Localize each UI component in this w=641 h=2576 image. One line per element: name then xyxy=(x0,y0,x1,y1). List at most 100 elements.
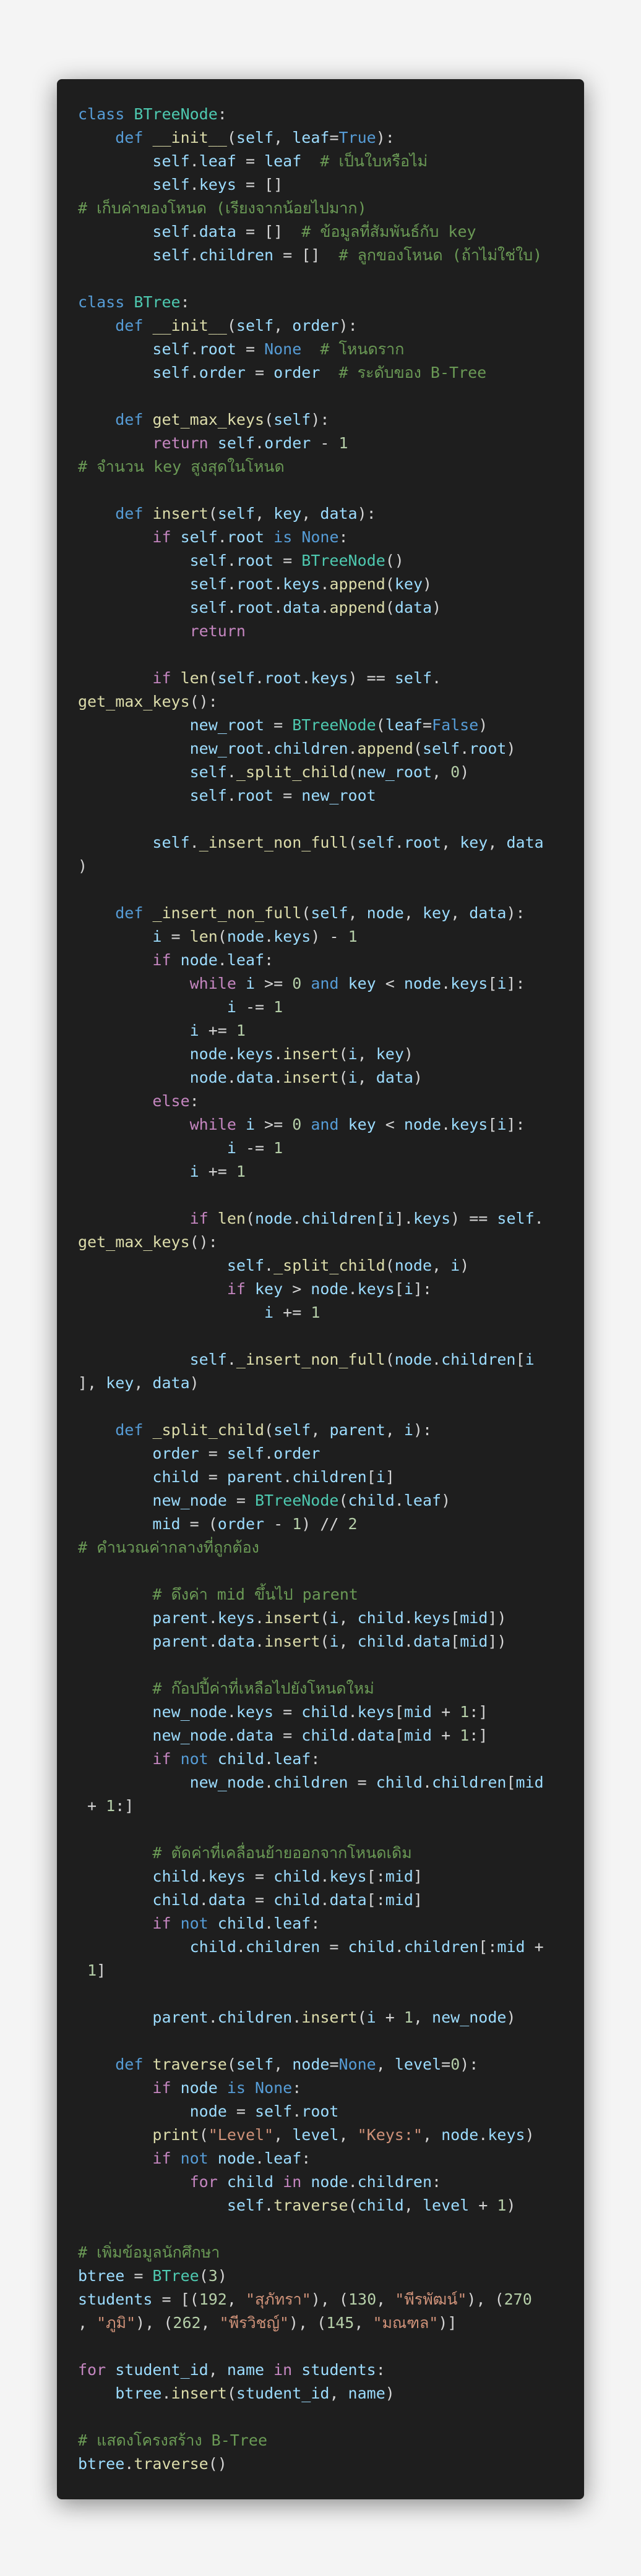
code-token: key xyxy=(348,1115,376,1133)
code-token: def xyxy=(115,1421,153,1439)
code-token: level xyxy=(422,2196,470,2214)
code-token: return xyxy=(189,622,246,640)
code-token: ( xyxy=(264,1421,274,1439)
code-token: = xyxy=(226,1491,255,1509)
code-token: # ตัดค่าที่เคลื่อนย้ายออกจากโหนดเดิม xyxy=(152,1844,412,1862)
code-line: while i >= 0 and key < node.keys[i]: xyxy=(78,1113,584,1137)
code-token: . xyxy=(273,1068,283,1086)
code-token: , xyxy=(78,2314,97,2332)
code-token: . xyxy=(208,1632,218,1650)
code-token: ( xyxy=(226,2384,236,2402)
code-token: i xyxy=(152,928,162,945)
code-token: . xyxy=(441,975,451,992)
code-token: new_node xyxy=(189,1773,265,1791)
code-token: > xyxy=(283,1280,311,1298)
code-line: self.root.keys.append(key) xyxy=(78,573,584,596)
code-line: print("Level", level, "Keys:", node.keys… xyxy=(78,2123,584,2147)
code-token: "สุภัทรา" xyxy=(245,2290,311,2308)
code-token: = xyxy=(273,1703,302,1721)
code-token: = xyxy=(124,2267,153,2285)
code-token: . xyxy=(226,763,236,781)
code-token: BTreeNode xyxy=(255,1491,339,1509)
code-token: ) xyxy=(413,1068,423,1086)
code-token: , xyxy=(338,2126,358,2144)
code-token: mid xyxy=(497,1938,525,1956)
code-token: children xyxy=(217,2008,293,2026)
code-token: . xyxy=(348,1726,358,1744)
code-token: : xyxy=(376,2361,385,2379)
code-token: self xyxy=(152,176,190,194)
code-token: i xyxy=(226,998,236,1016)
code-token: . xyxy=(124,2455,134,2473)
code-token: self xyxy=(422,740,460,757)
code-line: node.keys.insert(i, key) xyxy=(78,1043,584,1066)
code-token: order xyxy=(273,1444,320,1462)
code-line: self.keys = [] xyxy=(78,173,584,197)
code-line: if node.leaf: xyxy=(78,949,584,972)
code-token: , xyxy=(432,763,451,781)
code-line: btree = BTree(3) xyxy=(78,2264,584,2288)
code-line: self.root = new_root xyxy=(78,784,584,808)
code-token: [ xyxy=(515,1350,525,1368)
code-token: = xyxy=(236,340,265,358)
code-token: = xyxy=(161,928,190,945)
code-token: [: xyxy=(478,1938,497,1956)
code-token: i xyxy=(348,1045,358,1063)
code-token: i xyxy=(497,1115,507,1133)
code-line: if not node.leaf: xyxy=(78,2147,584,2170)
code-token: . xyxy=(226,552,236,569)
code-token: root xyxy=(264,669,302,687)
code-token: ) xyxy=(460,763,470,781)
code-token: [ xyxy=(488,975,497,992)
code-line: # เก็บค่าของโหนด (เรียงจากน้อยไปมาก) xyxy=(78,197,584,220)
code-token: = [( xyxy=(152,2290,199,2308)
code-token: keys xyxy=(450,975,488,992)
code-token: BTreeNode xyxy=(301,552,385,569)
code-token: 0 xyxy=(292,975,302,992)
code-token: root xyxy=(226,528,265,546)
code-token: node xyxy=(441,2126,479,2144)
code-token: 3 xyxy=(208,2267,218,2285)
code-token: keys xyxy=(208,1867,246,1885)
code-token: ( xyxy=(199,2267,209,2285)
code-token: , xyxy=(413,2008,432,2026)
code-line: for student_id, name in students: xyxy=(78,2358,584,2382)
code-token: self xyxy=(189,599,227,616)
code-token: , xyxy=(273,2055,293,2073)
code-token: children xyxy=(245,1938,320,1956)
code-token: self xyxy=(255,2102,293,2120)
code-token: key xyxy=(460,834,488,851)
code-token: self xyxy=(217,434,255,452)
code-token: traverse xyxy=(152,2055,227,2073)
code-token: order xyxy=(273,364,320,382)
code-token: _insert_non_full xyxy=(236,1350,385,1368)
code-token: , xyxy=(403,904,423,922)
code-token: 1 xyxy=(87,1961,97,1979)
code-token: , xyxy=(488,834,507,851)
code-token: node xyxy=(403,975,442,992)
code-token: __init__ xyxy=(152,317,227,335)
code-token: None xyxy=(255,2079,293,2097)
code-token: . xyxy=(394,1938,404,1956)
code-token: = xyxy=(226,2102,255,2120)
code-token: = xyxy=(245,1867,274,1885)
code-token: root xyxy=(236,787,274,804)
code-line: ) xyxy=(78,855,584,878)
code-token: self xyxy=(189,1350,227,1368)
code-token: i xyxy=(385,1209,395,1227)
code-token: child xyxy=(273,1891,320,1909)
